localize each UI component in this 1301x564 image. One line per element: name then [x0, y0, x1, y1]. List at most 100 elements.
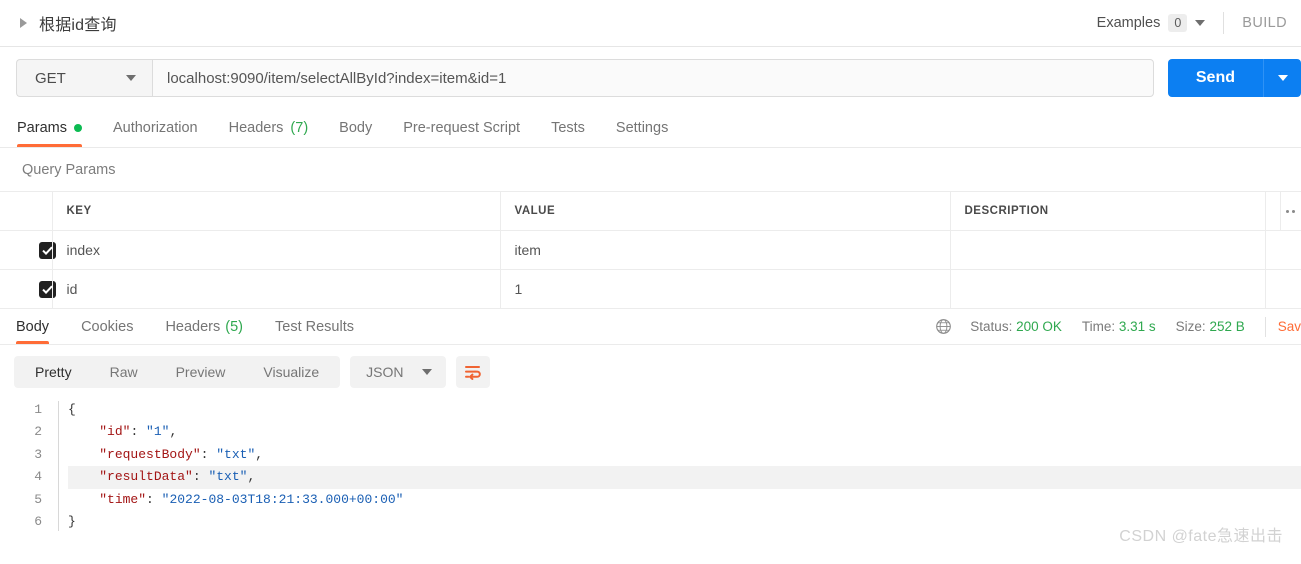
response-body-toolbar: Pretty Raw Preview Visualize JSON [0, 345, 1301, 399]
code-line: "time": "2022-08-03T18:21:33.000+00:00" [68, 489, 1301, 511]
query-params-heading: Query Params [22, 162, 116, 178]
code-line: "id": "1", [68, 421, 1301, 443]
response-tab-headers[interactable]: Headers (5) [165, 319, 257, 344]
json-value: "txt" [208, 469, 248, 485]
tab-settings[interactable]: Settings [616, 120, 685, 147]
json-punctuation: , [255, 446, 264, 462]
response-tab-cookies[interactable]: Cookies [81, 319, 147, 344]
send-options-button[interactable] [1263, 59, 1301, 97]
param-description[interactable] [950, 230, 1266, 270]
tab-pre-request-script[interactable]: Pre-request Script [403, 120, 537, 147]
response-tab-body-label: Body [16, 319, 50, 335]
json-value: "2022-08-03T18:21:33.000+00:00" [161, 491, 404, 507]
view-mode-switch: Pretty Raw Preview Visualize [14, 356, 341, 388]
line-number: 2 [34, 424, 42, 440]
size-label: Size: [1175, 319, 1206, 334]
page-title: 根据id查询 [39, 17, 117, 34]
response-tab-test-results[interactable]: Test Results [275, 319, 368, 344]
row-checkbox-cell [0, 230, 56, 270]
param-value[interactable]: item [500, 230, 951, 270]
json-value: "1" [146, 424, 170, 440]
tab-tests[interactable]: Tests [551, 120, 602, 147]
line-number: 3 [34, 446, 42, 462]
json-key: "requestBody" [99, 446, 201, 462]
json-key: "id" [99, 424, 131, 440]
examples-dropdown[interactable]: Examples 0 [1097, 14, 1206, 32]
body-format-select[interactable]: JSON [350, 356, 446, 388]
url-bar: GET localhost:9090/item/selectAllById?in… [0, 47, 1301, 109]
tab-settings-label: Settings [615, 120, 669, 136]
send-button[interactable]: Send [1167, 59, 1263, 97]
code-line: { [68, 399, 1301, 421]
tab-authorization[interactable]: Authorization [113, 120, 215, 147]
chevron-down-icon [421, 369, 432, 375]
wrap-text-icon[interactable] [455, 356, 490, 388]
url-text: localhost:9090/item/selectAllById?index=… [167, 69, 507, 87]
request-tabs: Params Authorization Headers (7) Body Pr… [0, 109, 1301, 148]
header-value: VALUE [500, 191, 951, 231]
ellipsis-horizontal-icon[interactable] [1279, 192, 1301, 230]
view-mode-raw[interactable]: Raw [91, 356, 157, 388]
triangle-right-icon[interactable] [18, 17, 30, 29]
tab-headers[interactable]: Headers (7) [229, 120, 326, 147]
chevron-down-icon [126, 75, 136, 81]
tab-params-label: Params [17, 120, 67, 136]
globe-icon[interactable] [935, 318, 952, 335]
json-punctuation: } [68, 513, 76, 529]
name-bar-actions: Examples 0 BUILD [1097, 0, 1287, 46]
postman-request-view: 根据id查询 Examples 0 BUILD GET localhost:90… [0, 0, 1301, 564]
json-punctuation: : [130, 424, 147, 440]
build-label[interactable]: BUILD [1242, 15, 1287, 31]
toolbar-divider [1223, 12, 1225, 34]
method-select[interactable]: GET [16, 59, 152, 97]
param-key[interactable]: id [52, 269, 501, 309]
status-label: Status: [970, 319, 1013, 334]
status-badge: Status: 200 OK [970, 319, 1062, 334]
json-key: "resultData" [99, 469, 193, 485]
examples-label: Examples [1096, 15, 1161, 31]
time-label: Time: [1081, 319, 1116, 334]
param-value[interactable]: 1 [500, 269, 951, 309]
line-number: 5 [34, 491, 42, 507]
size-badge: Size: 252 B [1176, 319, 1245, 334]
response-tab-headers-label: Headers [165, 319, 221, 335]
tab-authorization-label: Authorization [112, 120, 198, 136]
json-punctuation: : [200, 446, 217, 462]
json-punctuation [68, 447, 99, 462]
response-tab-body[interactable]: Body [8, 319, 63, 344]
json-value: "txt" [216, 446, 256, 462]
line-number: 6 [34, 513, 42, 529]
table-row: id 1 [0, 269, 1301, 309]
view-mode-preview[interactable]: Preview [157, 356, 245, 388]
row-more-cell [1265, 269, 1301, 309]
line-number: 1 [34, 402, 42, 417]
code-line: "resultData": "txt", [68, 466, 1301, 489]
url-input[interactable]: localhost:9090/item/selectAllById?index=… [152, 59, 1154, 97]
view-mode-visualize[interactable]: Visualize [244, 356, 338, 388]
param-description[interactable] [950, 269, 1266, 309]
send-group: Send [1167, 59, 1301, 97]
json-punctuation: : [192, 469, 209, 485]
json-punctuation [68, 492, 99, 507]
json-punctuation: { [68, 402, 76, 417]
request-name-bar: 根据id查询 Examples 0 BUILD [0, 0, 1301, 47]
tab-headers-count: (7) [290, 120, 309, 136]
table-header-row: KEY VALUE DESCRIPTION [0, 191, 1301, 231]
header-checkbox-cell [0, 191, 53, 231]
tab-params[interactable]: Params [17, 120, 99, 147]
response-tab-test-results-label: Test Results [275, 319, 354, 335]
param-key[interactable]: index [52, 230, 501, 270]
time-badge: Time: 3.31 s [1082, 319, 1156, 334]
tab-headers-label: Headers [228, 120, 284, 136]
view-mode-pretty[interactable]: Pretty [16, 356, 91, 388]
response-body-code[interactable]: 1 2 3 4 5 6 { "id": "1", "requestBody": … [0, 399, 1301, 533]
table-row: index item [0, 230, 1301, 270]
tab-body[interactable]: Body [339, 120, 389, 147]
response-tab-cookies-label: Cookies [81, 319, 134, 335]
json-punctuation [68, 424, 99, 439]
tab-body-label: Body [339, 120, 373, 136]
header-description: DESCRIPTION [950, 191, 1266, 231]
save-response-button[interactable]: Sav [1278, 319, 1301, 334]
line-number-gutter: 1 2 3 4 5 6 [0, 399, 58, 533]
query-params-table: KEY VALUE DESCRIPTION index item id 1 [0, 191, 1301, 309]
